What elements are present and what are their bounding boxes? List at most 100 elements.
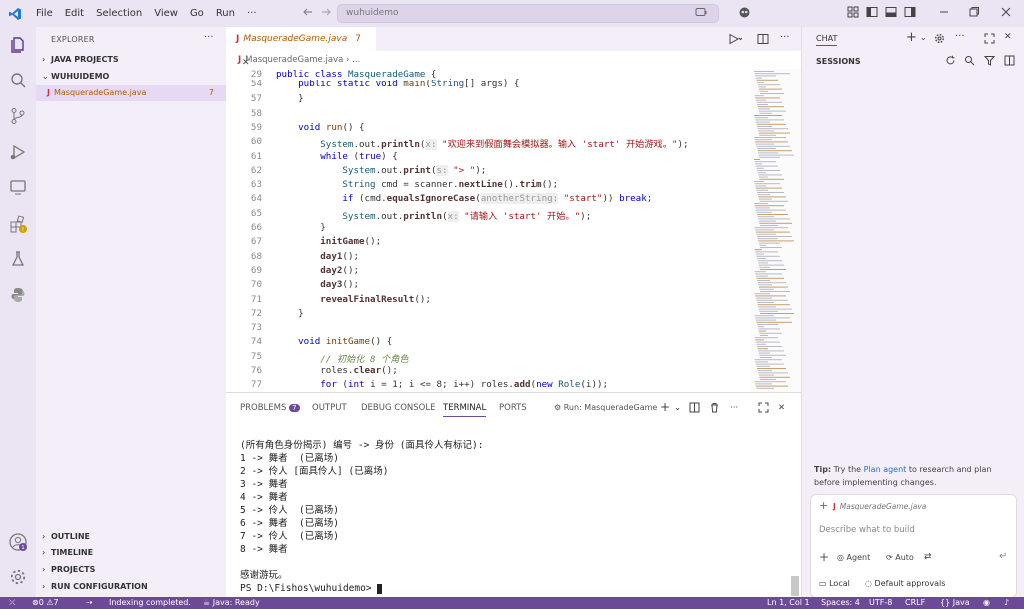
attached-file-chip[interactable]: J MasqueradeGame.java bbox=[833, 502, 926, 511]
maximize-panel-icon[interactable] bbox=[758, 402, 769, 413]
copilot-icon[interactable] bbox=[738, 6, 752, 20]
maximize-chat-icon[interactable] bbox=[984, 33, 995, 44]
tab-ports[interactable]: PORTS bbox=[499, 403, 527, 413]
tab-output[interactable]: OUTPUT bbox=[312, 403, 347, 413]
tab-terminal[interactable]: TERMINAL bbox=[443, 403, 487, 417]
editor-more-icon[interactable]: ··· bbox=[780, 32, 790, 43]
encoding[interactable]: UTF-8 bbox=[869, 597, 892, 609]
close-panel-icon[interactable]: ✕ bbox=[778, 403, 785, 413]
sessions-layout-icon[interactable] bbox=[1004, 55, 1015, 66]
minimap-line bbox=[756, 79, 778, 81]
menu-file[interactable]: File bbox=[30, 8, 59, 19]
menu-more[interactable]: ··· bbox=[241, 8, 263, 19]
problems-status[interactable]: ⊗0 ⚠7 bbox=[32, 597, 59, 609]
code-line: day2(); bbox=[320, 264, 360, 276]
section-outline[interactable]: › OUTLINE bbox=[36, 529, 226, 545]
code-editor[interactable]: 29 public class MasqueradeGame {54 public… bbox=[226, 69, 751, 392]
extensions-icon[interactable]: ! bbox=[8, 214, 28, 234]
terminal-dropdown-icon[interactable]: ⌄ bbox=[674, 403, 681, 413]
split-editor-icon[interactable] bbox=[757, 33, 769, 45]
command-center-search[interactable]: wuhuidemo bbox=[337, 4, 719, 23]
terminal-output[interactable]: (所有角色身份揭示) 编号 -> 身份 (面具伶人有标记): 1 -> 舞者 (已… bbox=[240, 439, 780, 595]
chat-more-icon[interactable]: ··· bbox=[955, 31, 965, 42]
forward-arrow-icon[interactable] bbox=[320, 6, 334, 20]
tab-problems[interactable]: PROBLEMS 7 bbox=[240, 403, 300, 413]
menu-go[interactable]: Go bbox=[184, 8, 210, 19]
settings-gear-icon[interactable] bbox=[8, 567, 28, 587]
minimap-line bbox=[755, 295, 786, 297]
menu-edit[interactable]: Edit bbox=[59, 8, 90, 19]
code-line: System.out.println(x: "请输入 'start' 开始。")… bbox=[342, 210, 592, 222]
cursor-position[interactable]: Ln 1, Col 1 bbox=[767, 597, 810, 609]
python-icon[interactable] bbox=[8, 285, 28, 305]
menu-view[interactable]: View bbox=[148, 8, 184, 19]
refresh-sessions-icon[interactable] bbox=[945, 55, 956, 66]
toggle-panel-icon[interactable] bbox=[885, 6, 899, 20]
notifications-bell-icon[interactable]: ♪ bbox=[1004, 597, 1009, 609]
indentation[interactable]: Spaces: 4 bbox=[821, 597, 860, 609]
approvals-picker[interactable]: ◌ Default approvals bbox=[865, 579, 945, 588]
remote-indicator-icon[interactable]: ⤫ bbox=[9, 597, 15, 609]
tab-debug-console[interactable]: DEBUG CONSOLE bbox=[361, 403, 435, 413]
minimap-line bbox=[757, 258, 766, 259]
section-run-configuration[interactable]: › RUN CONFIGURATION bbox=[36, 579, 226, 595]
model-picker[interactable]: ⟳ Auto bbox=[886, 553, 914, 562]
explorer-icon[interactable] bbox=[8, 35, 28, 55]
account-icon[interactable]: 1 bbox=[8, 532, 28, 552]
split-terminal-icon[interactable] bbox=[689, 402, 700, 413]
language-mode[interactable]: {} Java bbox=[940, 597, 970, 609]
terminal-scrollbar[interactable] bbox=[791, 576, 799, 596]
filter-sessions-icon[interactable] bbox=[984, 55, 995, 66]
chat-toggle-icon[interactable] bbox=[695, 7, 708, 19]
kill-terminal-trash-icon[interactable] bbox=[709, 402, 720, 413]
back-arrow-icon[interactable] bbox=[302, 6, 316, 20]
line-ending[interactable]: CRLF bbox=[905, 597, 925, 609]
minimap-line bbox=[758, 130, 774, 132]
plan-agent-link[interactable]: Plan agent bbox=[864, 465, 907, 474]
tools-icon[interactable]: ⇄ bbox=[924, 552, 932, 562]
run-file-icon[interactable] bbox=[728, 33, 742, 45]
close-chat-icon[interactable]: ✕ bbox=[1004, 32, 1012, 42]
minimize-icon[interactable] bbox=[938, 6, 952, 20]
section-java-projects[interactable]: › JAVA PROJECTS bbox=[36, 52, 226, 68]
panel-more-icon[interactable]: ··· bbox=[730, 403, 738, 413]
attach-icon[interactable]: + bbox=[819, 550, 829, 564]
close-window-icon[interactable] bbox=[1000, 6, 1014, 20]
agent-mode-picker[interactable]: ◎ Agent bbox=[837, 553, 870, 562]
send-icon[interactable]: ↵ bbox=[999, 551, 1007, 562]
ports-icon[interactable]: ⇢ bbox=[86, 597, 93, 609]
editor-tab-masqueradegame[interactable]: J MasqueradeGame.java 7 ✕ bbox=[226, 27, 376, 68]
new-terminal-icon[interactable]: + bbox=[660, 400, 670, 414]
copilot-status-icon[interactable]: ◉ bbox=[983, 597, 990, 609]
explorer-more-button[interactable]: ··· bbox=[204, 32, 214, 43]
layout-customize-icon[interactable] bbox=[847, 6, 861, 20]
toggle-sidebar-icon[interactable] bbox=[866, 6, 880, 20]
menu-run[interactable]: Run bbox=[210, 8, 241, 19]
source-control-icon[interactable] bbox=[8, 106, 28, 126]
search-sessions-icon[interactable] bbox=[964, 55, 975, 66]
terminal-selector[interactable]: ⚙ Run: MasqueradeGame bbox=[554, 403, 657, 412]
terminal-line: 3 -> 舞者 bbox=[240, 479, 288, 490]
chat-settings-gear-icon[interactable] bbox=[934, 33, 945, 44]
file-item-masqueradegame[interactable]: J MasqueradeGame.java 7 bbox=[36, 85, 226, 101]
section-timeline[interactable]: › TIMELINE bbox=[36, 545, 226, 561]
section-workspace-folder[interactable]: ⌄ WUHUIDEMO bbox=[36, 69, 226, 85]
minimap-line bbox=[756, 101, 782, 103]
section-projects[interactable]: › PROJECTS bbox=[36, 562, 226, 578]
chat-prompt-input[interactable]: Describe what to build bbox=[819, 525, 915, 535]
remote-explorer-icon[interactable] bbox=[8, 177, 28, 197]
restore-icon[interactable] bbox=[968, 6, 982, 20]
search-icon[interactable] bbox=[8, 70, 28, 90]
java-status[interactable]: ☕ Java: Ready bbox=[203, 597, 260, 609]
minimap[interactable] bbox=[751, 69, 801, 392]
run-debug-icon[interactable] bbox=[8, 142, 28, 162]
minimap-line bbox=[756, 255, 780, 257]
location-picker[interactable]: ▭ Local bbox=[819, 579, 850, 588]
new-chat-icon[interactable]: + bbox=[906, 30, 917, 45]
menu-selection[interactable]: Selection bbox=[90, 8, 148, 19]
toggle-secondary-sidebar-icon[interactable] bbox=[904, 6, 918, 20]
add-context-icon[interactable]: + bbox=[819, 499, 828, 512]
new-chat-dropdown-icon[interactable]: ⌄ bbox=[920, 33, 927, 42]
minimap-line bbox=[759, 354, 786, 356]
testing-flask-icon[interactable] bbox=[8, 249, 28, 269]
